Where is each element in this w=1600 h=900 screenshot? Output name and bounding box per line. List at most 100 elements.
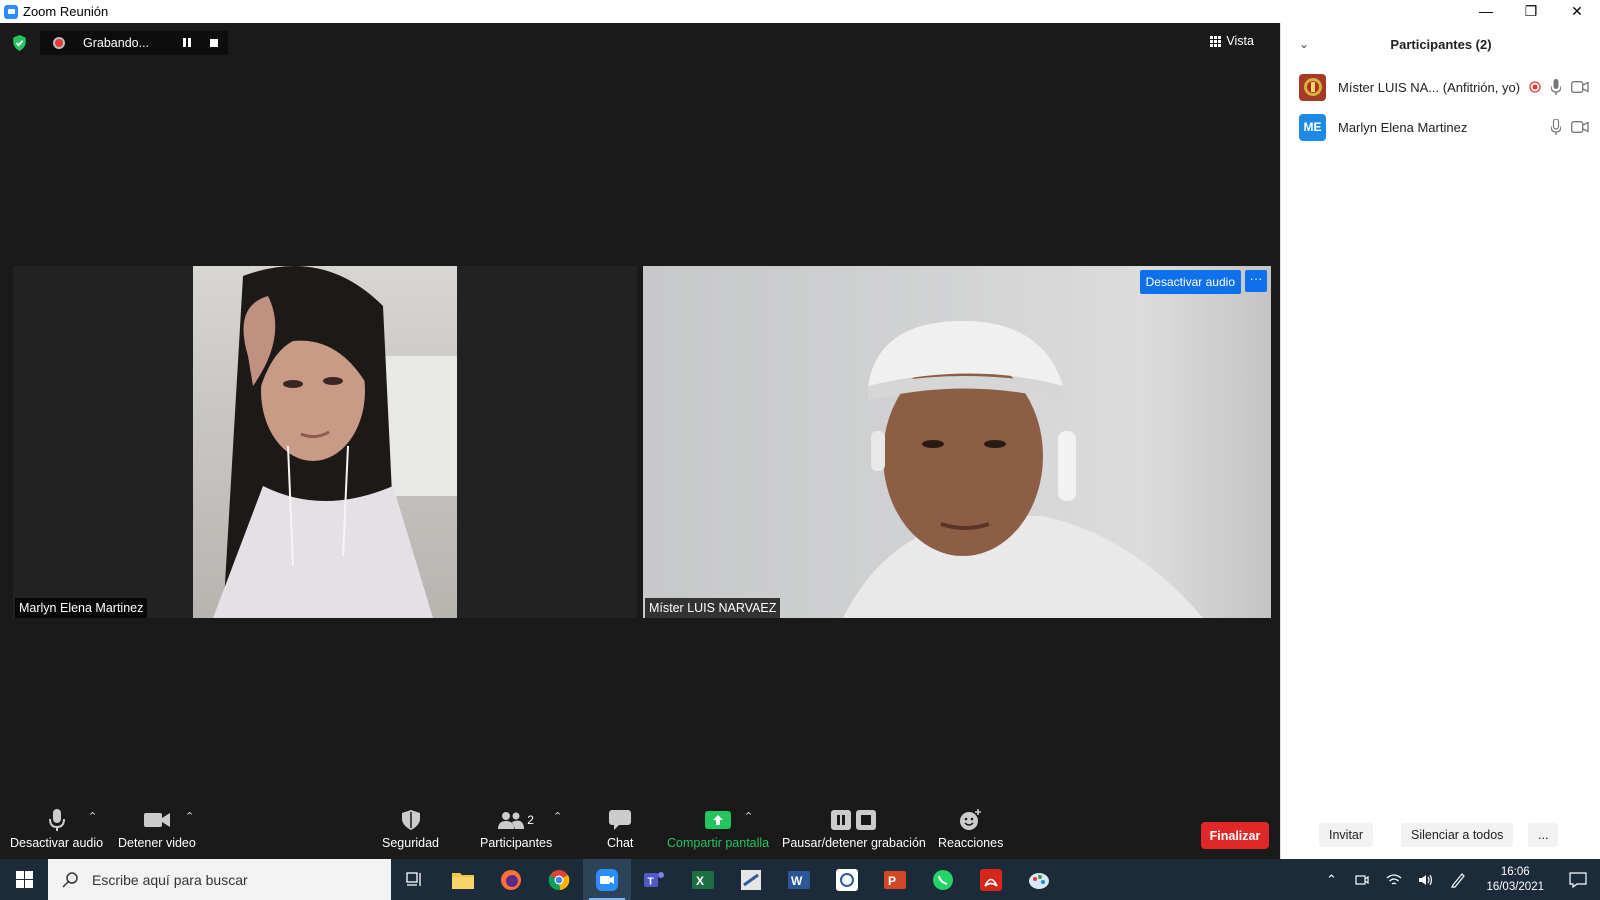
firefox-icon[interactable]: [487, 859, 535, 900]
view-label: Vista: [1226, 34, 1254, 48]
participants-panel: ⌄ Participantes (2) Míster LUIS NA... (A…: [1280, 23, 1600, 859]
minimize-button[interactable]: —: [1463, 0, 1509, 22]
taskbar-search-box[interactable]: Escribe aquí para buscar: [48, 859, 391, 900]
security-shield-icon[interactable]: [12, 35, 27, 51]
whatsapp-icon[interactable]: [919, 859, 967, 900]
zoom-icon[interactable]: [583, 859, 631, 900]
participant-avatar: ME: [1299, 113, 1326, 141]
pause-stop-recording-button[interactable]: Pausar/detener grabación: [782, 808, 926, 850]
end-meeting-button[interactable]: Finalizar: [1201, 822, 1269, 849]
excel-icon[interactable]: X: [679, 859, 727, 900]
task-view-icon[interactable]: [391, 859, 439, 900]
recording-icon: [1529, 81, 1541, 93]
reaction-emoji-icon: [959, 808, 982, 832]
participant-status-icons: [1529, 79, 1589, 95]
svg-text:P: P: [888, 874, 896, 888]
file-explorer-icon[interactable]: [439, 859, 487, 900]
microphone-icon[interactable]: [1551, 119, 1561, 135]
powerpoint-icon[interactable]: P: [871, 859, 919, 900]
app-icon[interactable]: [823, 859, 871, 900]
notifications-icon[interactable]: [1556, 871, 1600, 888]
video-camera-icon: [143, 808, 170, 832]
chat-bubble-icon: [609, 808, 632, 832]
participants-button[interactable]: 2 Participantes: [480, 808, 552, 850]
participants-label: Participantes: [480, 836, 553, 850]
participant-video: [643, 266, 1271, 618]
participant-name: Míster LUIS NA... (Anfitrión, yo): [1338, 79, 1521, 95]
reactions-button[interactable]: Reacciones: [938, 808, 1003, 850]
volume-icon[interactable]: [1410, 873, 1442, 887]
video-tile-luis[interactable]: Míster LUIS NARVAEZ Desactivar audio ···: [643, 266, 1271, 618]
share-screen-label: Compartir pantalla: [667, 836, 770, 850]
participant-status-icons: [1551, 119, 1589, 135]
windows-start-button[interactable]: [0, 859, 48, 900]
mute-all-button[interactable]: Silenciar a todos: [1401, 823, 1514, 847]
search-icon: [62, 871, 78, 888]
host-avatar: [1299, 73, 1326, 101]
security-button[interactable]: Seguridad: [382, 808, 439, 850]
microphone-icon: [48, 808, 65, 832]
tile-name-label: Marlyn Elena Martinez: [15, 598, 148, 618]
participant-video-image: [843, 321, 1203, 618]
participants-panel-title: Participantes (2): [1390, 37, 1492, 52]
reactions-label: Reacciones: [938, 836, 1004, 850]
app-icon[interactable]: [727, 859, 775, 900]
video-camera-icon[interactable]: [1571, 121, 1589, 133]
share-options-caret-icon[interactable]: ⌃: [744, 810, 753, 823]
participant-row[interactable]: Míster LUIS NA... (Anfitrión, yo): [1299, 73, 1589, 101]
invite-button[interactable]: Invitar: [1319, 823, 1374, 847]
share-screen-button[interactable]: Compartir pantalla: [667, 808, 769, 850]
restore-button[interactable]: ❐: [1508, 0, 1554, 22]
recording-indicator: Grabando...: [40, 31, 228, 55]
paint-icon[interactable]: [1015, 859, 1063, 900]
unmute-participant-button[interactable]: Desactivar audio: [1139, 270, 1241, 294]
meeting-toolbar: Desactivar audio ⌃ Detener video ⌃ Segur…: [0, 800, 1280, 859]
mute-label: Desactivar audio: [10, 836, 104, 850]
meet-now-icon[interactable]: [1346, 873, 1378, 887]
chrome-icon[interactable]: [535, 859, 583, 900]
taskbar-clock[interactable]: 16:06 16/03/2021: [1486, 865, 1544, 895]
search-placeholder: Escribe aquí para buscar: [92, 871, 248, 888]
video-options-caret-icon[interactable]: ⌃: [185, 810, 194, 823]
audio-options-caret-icon[interactable]: ⌃: [88, 810, 97, 823]
tile-more-button[interactable]: ···: [1245, 270, 1267, 292]
shield-icon: [401, 808, 420, 832]
participant-name: Marlyn Elena Martinez: [1338, 119, 1468, 135]
video-camera-icon[interactable]: [1571, 81, 1589, 93]
pen-icon[interactable]: [1442, 872, 1474, 888]
clock-time: 16:06: [1500, 865, 1530, 878]
participants-count: 2: [527, 813, 534, 827]
stop-recording-icon[interactable]: [210, 39, 218, 47]
participants-icon: 2: [498, 808, 534, 832]
microphone-icon[interactable]: [1551, 79, 1561, 95]
participants-options-caret-icon[interactable]: ⌃: [553, 810, 562, 823]
svg-text:X: X: [696, 874, 704, 888]
clock-date: 16/03/2021: [1486, 880, 1544, 893]
recording-status: Grabando...: [83, 36, 150, 50]
word-icon[interactable]: W: [775, 859, 823, 900]
chat-button[interactable]: Chat: [607, 808, 633, 850]
panel-more-button[interactable]: ...: [1528, 823, 1559, 847]
recording-dot-icon: [53, 37, 65, 49]
participant-video-image: [213, 266, 457, 618]
grid-view-icon: [1210, 35, 1222, 47]
meeting-area: Grabando... Vista Marlyn Elena Martinez …: [0, 23, 1280, 859]
svg-text:W: W: [791, 874, 803, 888]
record-label: Pausar/detener grabación: [782, 836, 926, 850]
svg-text:T: T: [648, 876, 654, 887]
teams-icon[interactable]: T: [631, 859, 679, 900]
view-button[interactable]: Vista: [1210, 34, 1254, 48]
show-hidden-icons-chevron-icon[interactable]: ⌃: [1316, 872, 1346, 888]
share-screen-icon: [705, 808, 732, 832]
system-tray: ⌃ 16:06 16/03/2021: [1316, 859, 1600, 900]
window-titlebar: Zoom Reunión — ❐ ✕: [0, 0, 1600, 23]
acrobat-icon[interactable]: [967, 859, 1015, 900]
video-tile-marlyn[interactable]: Marlyn Elena Martinez: [13, 266, 637, 618]
close-button[interactable]: ✕: [1554, 0, 1600, 22]
pause-recording-icon[interactable]: [183, 38, 193, 48]
windows-taskbar: Escribe aquí para buscar T X W P ⌃ 16:06…: [0, 859, 1600, 900]
participant-row[interactable]: ME Marlyn Elena Martinez: [1299, 113, 1589, 141]
wifi-icon[interactable]: [1378, 873, 1410, 887]
zoom-app-icon: [4, 4, 18, 19]
stop-video-label: Detener video: [118, 836, 196, 850]
